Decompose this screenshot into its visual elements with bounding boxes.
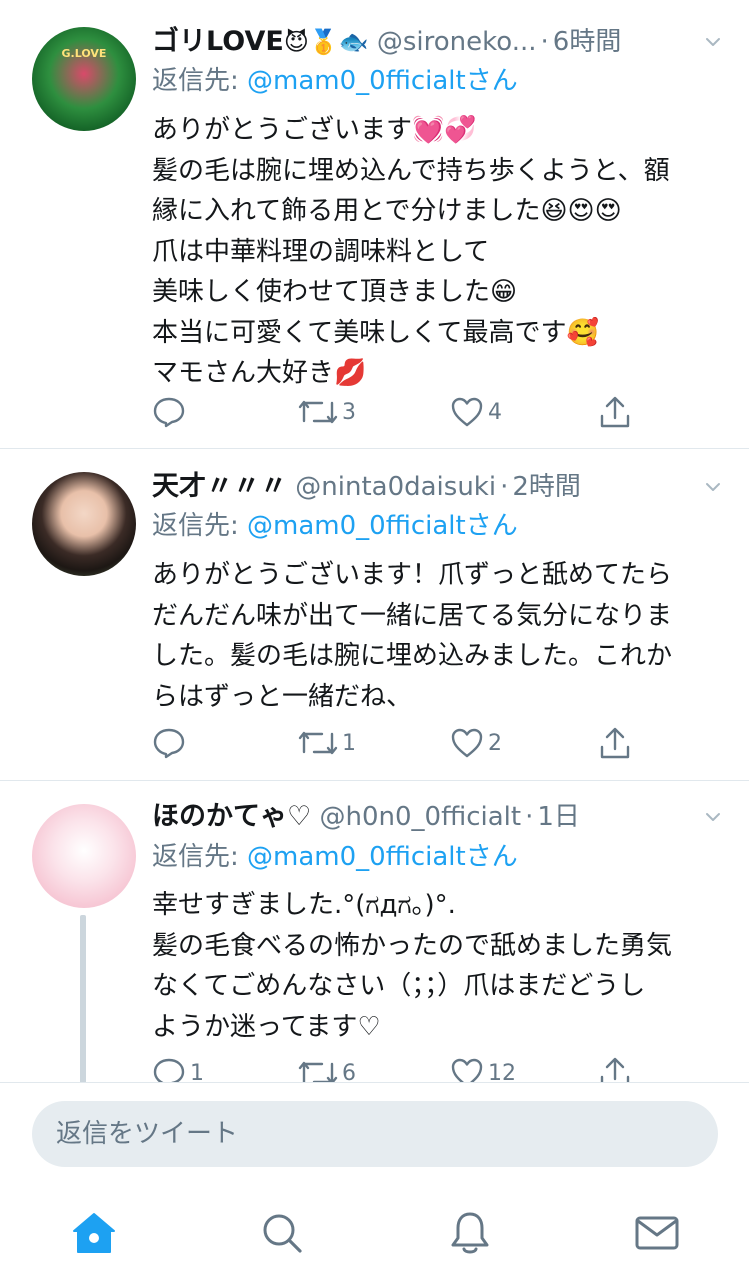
- tweet-text-line: 縁に入れて飾る用とで分けました😆😍😍: [152, 196, 622, 226]
- like-button[interactable]: 2: [450, 723, 502, 763]
- reply-bubble-icon: [153, 397, 185, 428]
- tweet-text-line: 幸せすぎました.°(ಗдಗ。)°.: [152, 890, 456, 920]
- tweet-text-line: 髪の毛食べるの怖かったので舐めました勇気: [152, 930, 673, 961]
- tweet-body: ありがとうございます！爪ずっと舐めてたら だんだん味が出て一緒に居てる気分になり…: [152, 555, 722, 717]
- retweet-icon: [298, 1061, 338, 1082]
- tweet-header: ゴリLOVE😈🥇🐟 @sironeko... · 6時間: [152, 26, 622, 57]
- reply-button[interactable]: [152, 392, 190, 432]
- share-icon: [600, 727, 630, 759]
- tab-notifications[interactable]: [410, 1184, 530, 1281]
- tweet-actions: 1 2: [152, 723, 652, 763]
- user-handle[interactable]: @h0n0_0fficialt: [319, 802, 521, 832]
- tweet-header: ほのかてゃ♡ @h0n0_0fficialt · 1日: [152, 801, 580, 832]
- user-handle[interactable]: @ninta0daisuki: [295, 472, 496, 502]
- reply-tweet-input[interactable]: [32, 1101, 718, 1167]
- tweet-text-line: 髪の毛は腕に埋め込んで持ち歩くようと、額: [152, 155, 670, 186]
- tweet-3[interactable]: ほのかてゃ♡ @h0n0_0fficialt · 1日 返信先: @mam0_0ff…: [0, 781, 749, 1082]
- tweet-actions: 3 4: [152, 392, 652, 432]
- like-button[interactable]: 4: [450, 392, 502, 432]
- display-name[interactable]: 天才〃〃〃: [152, 471, 287, 502]
- name-emoji: 😈🥇🐟: [283, 28, 369, 56]
- retweet-button[interactable]: 3: [298, 392, 356, 432]
- reply-to-line: 返信先: @mam0_0fficialtさん: [152, 61, 518, 101]
- chevron-down-icon[interactable]: [705, 809, 721, 825]
- display-name[interactable]: ゴリLOVE: [152, 26, 284, 57]
- tweet-text-line: 本当に可愛くて美味しくて最高です🥰: [152, 317, 599, 348]
- retweet-button[interactable]: 6: [298, 1053, 356, 1082]
- tab-search[interactable]: [222, 1184, 342, 1281]
- tweet-text-line: らはずっと一緒だね、: [152, 681, 413, 712]
- display-name[interactable]: ほのかてゃ♡: [152, 801, 311, 832]
- avatar[interactable]: [32, 804, 136, 908]
- tweet-text-line: ようか迷ってます♡: [152, 1011, 381, 1042]
- bottom-tab-bar: [0, 1184, 749, 1281]
- tweet-2[interactable]: 天才〃〃〃 @ninta0daisuki · 2時間 返信先: @mam0_0ffi…: [0, 449, 749, 780]
- tweet-text-line: マモさん大好き💋: [152, 358, 367, 388]
- reply-button[interactable]: [152, 723, 190, 763]
- reply-to-link[interactable]: @mam0_0fficialtさん: [247, 66, 518, 96]
- reply-composer-bar: [0, 1082, 749, 1185]
- tweet-1[interactable]: G.LOVE ゴリLOVE😈🥇🐟 @sironeko... · 6時間 返信先: @…: [0, 0, 749, 448]
- tweet-body: ありがとうございます💓💞 髪の毛は腕に埋め込んで持ち歩くようと、額 縁に入れて飾…: [152, 110, 722, 394]
- tweet-actions: 1 6 12: [152, 1053, 652, 1082]
- tweet-header: 天才〃〃〃 @ninta0daisuki · 2時間: [152, 471, 581, 502]
- heart-icon: [451, 397, 483, 427]
- retweet-count: 1: [342, 730, 356, 756]
- share-button[interactable]: [598, 1053, 632, 1082]
- avatar-logo-text: G.LOVE: [61, 47, 107, 60]
- thread-connector-line: [80, 915, 86, 1082]
- like-button[interactable]: 12: [450, 1053, 516, 1082]
- tweet-text-line: した。髪の毛は腕に埋め込みました。これか: [152, 641, 673, 671]
- share-button[interactable]: [598, 392, 632, 432]
- tweet-text-line: 爪は中華料理の調味料として: [152, 236, 490, 267]
- timestamp[interactable]: 1日: [537, 802, 580, 832]
- retweet-icon: [298, 400, 338, 424]
- reply-to-prefix: 返信先:: [152, 66, 248, 96]
- search-icon: [263, 1214, 302, 1253]
- avatar[interactable]: G.LOVE: [32, 27, 136, 131]
- retweet-icon: [298, 731, 338, 755]
- reply-bubble-icon: [153, 1058, 185, 1082]
- retweet-count: 3: [342, 399, 356, 425]
- heart-icon: [451, 728, 483, 758]
- tweet-text-line: ありがとうございます！爪ずっと舐めてたら: [152, 560, 673, 590]
- reply-to-prefix: 返信先:: [152, 511, 248, 541]
- tweet-text-line: なくてごめんなさい（；；）爪はまだどうし: [152, 971, 646, 1001]
- heart-icon: [451, 1058, 483, 1082]
- reply-to-link[interactable]: @mam0_0fficialtさん: [247, 511, 518, 541]
- messages-envelope-icon: [635, 1216, 679, 1249]
- timestamp[interactable]: 2時間: [512, 472, 581, 502]
- reply-bubble-icon: [153, 728, 185, 759]
- home-icon: [73, 1212, 115, 1253]
- like-count: 12: [488, 1060, 516, 1083]
- like-count: 2: [488, 730, 502, 756]
- tab-home[interactable]: [34, 1184, 154, 1281]
- timeline-feed[interactable]: G.LOVE ゴリLOVE😈🥇🐟 @sironeko... · 6時間 返信先: @…: [0, 0, 749, 1082]
- retweet-count: 6: [342, 1060, 356, 1083]
- share-icon: [600, 1057, 630, 1082]
- notifications-bell-icon: [451, 1212, 489, 1253]
- user-handle[interactable]: @sironeko...: [377, 27, 537, 57]
- retweet-button[interactable]: 1: [298, 723, 356, 763]
- reply-button[interactable]: 1: [152, 1053, 204, 1082]
- reply-to-line: 返信先: @mam0_0fficialtさん: [152, 506, 518, 546]
- share-button[interactable]: [598, 723, 632, 763]
- reply-count: 1: [190, 1060, 204, 1083]
- share-icon: [600, 396, 630, 428]
- reply-to-prefix: 返信先:: [152, 842, 248, 872]
- tab-messages[interactable]: [597, 1184, 717, 1281]
- chevron-down-icon[interactable]: [705, 479, 721, 495]
- tweet-text-line: だんだん味が出て一緒に居てる気分になりま: [152, 600, 673, 631]
- like-count: 4: [488, 399, 502, 425]
- reply-to-link[interactable]: @mam0_0fficialtさん: [247, 842, 518, 872]
- tweet-text-line: ありがとうございます💓💞: [152, 115, 477, 145]
- reply-to-line: 返信先: @mam0_0fficialtさん: [152, 837, 518, 877]
- chevron-down-icon[interactable]: [705, 34, 721, 50]
- tweet-body: 幸せすぎました.°(ಗдಗ。)°. 髪の毛食べるの怖かったので舐めました勇気 な…: [152, 885, 722, 1047]
- avatar[interactable]: [32, 472, 136, 576]
- tweet-text-line: 美味しく使わせて頂きました😁: [152, 277, 518, 307]
- timestamp[interactable]: 6時間: [553, 27, 622, 57]
